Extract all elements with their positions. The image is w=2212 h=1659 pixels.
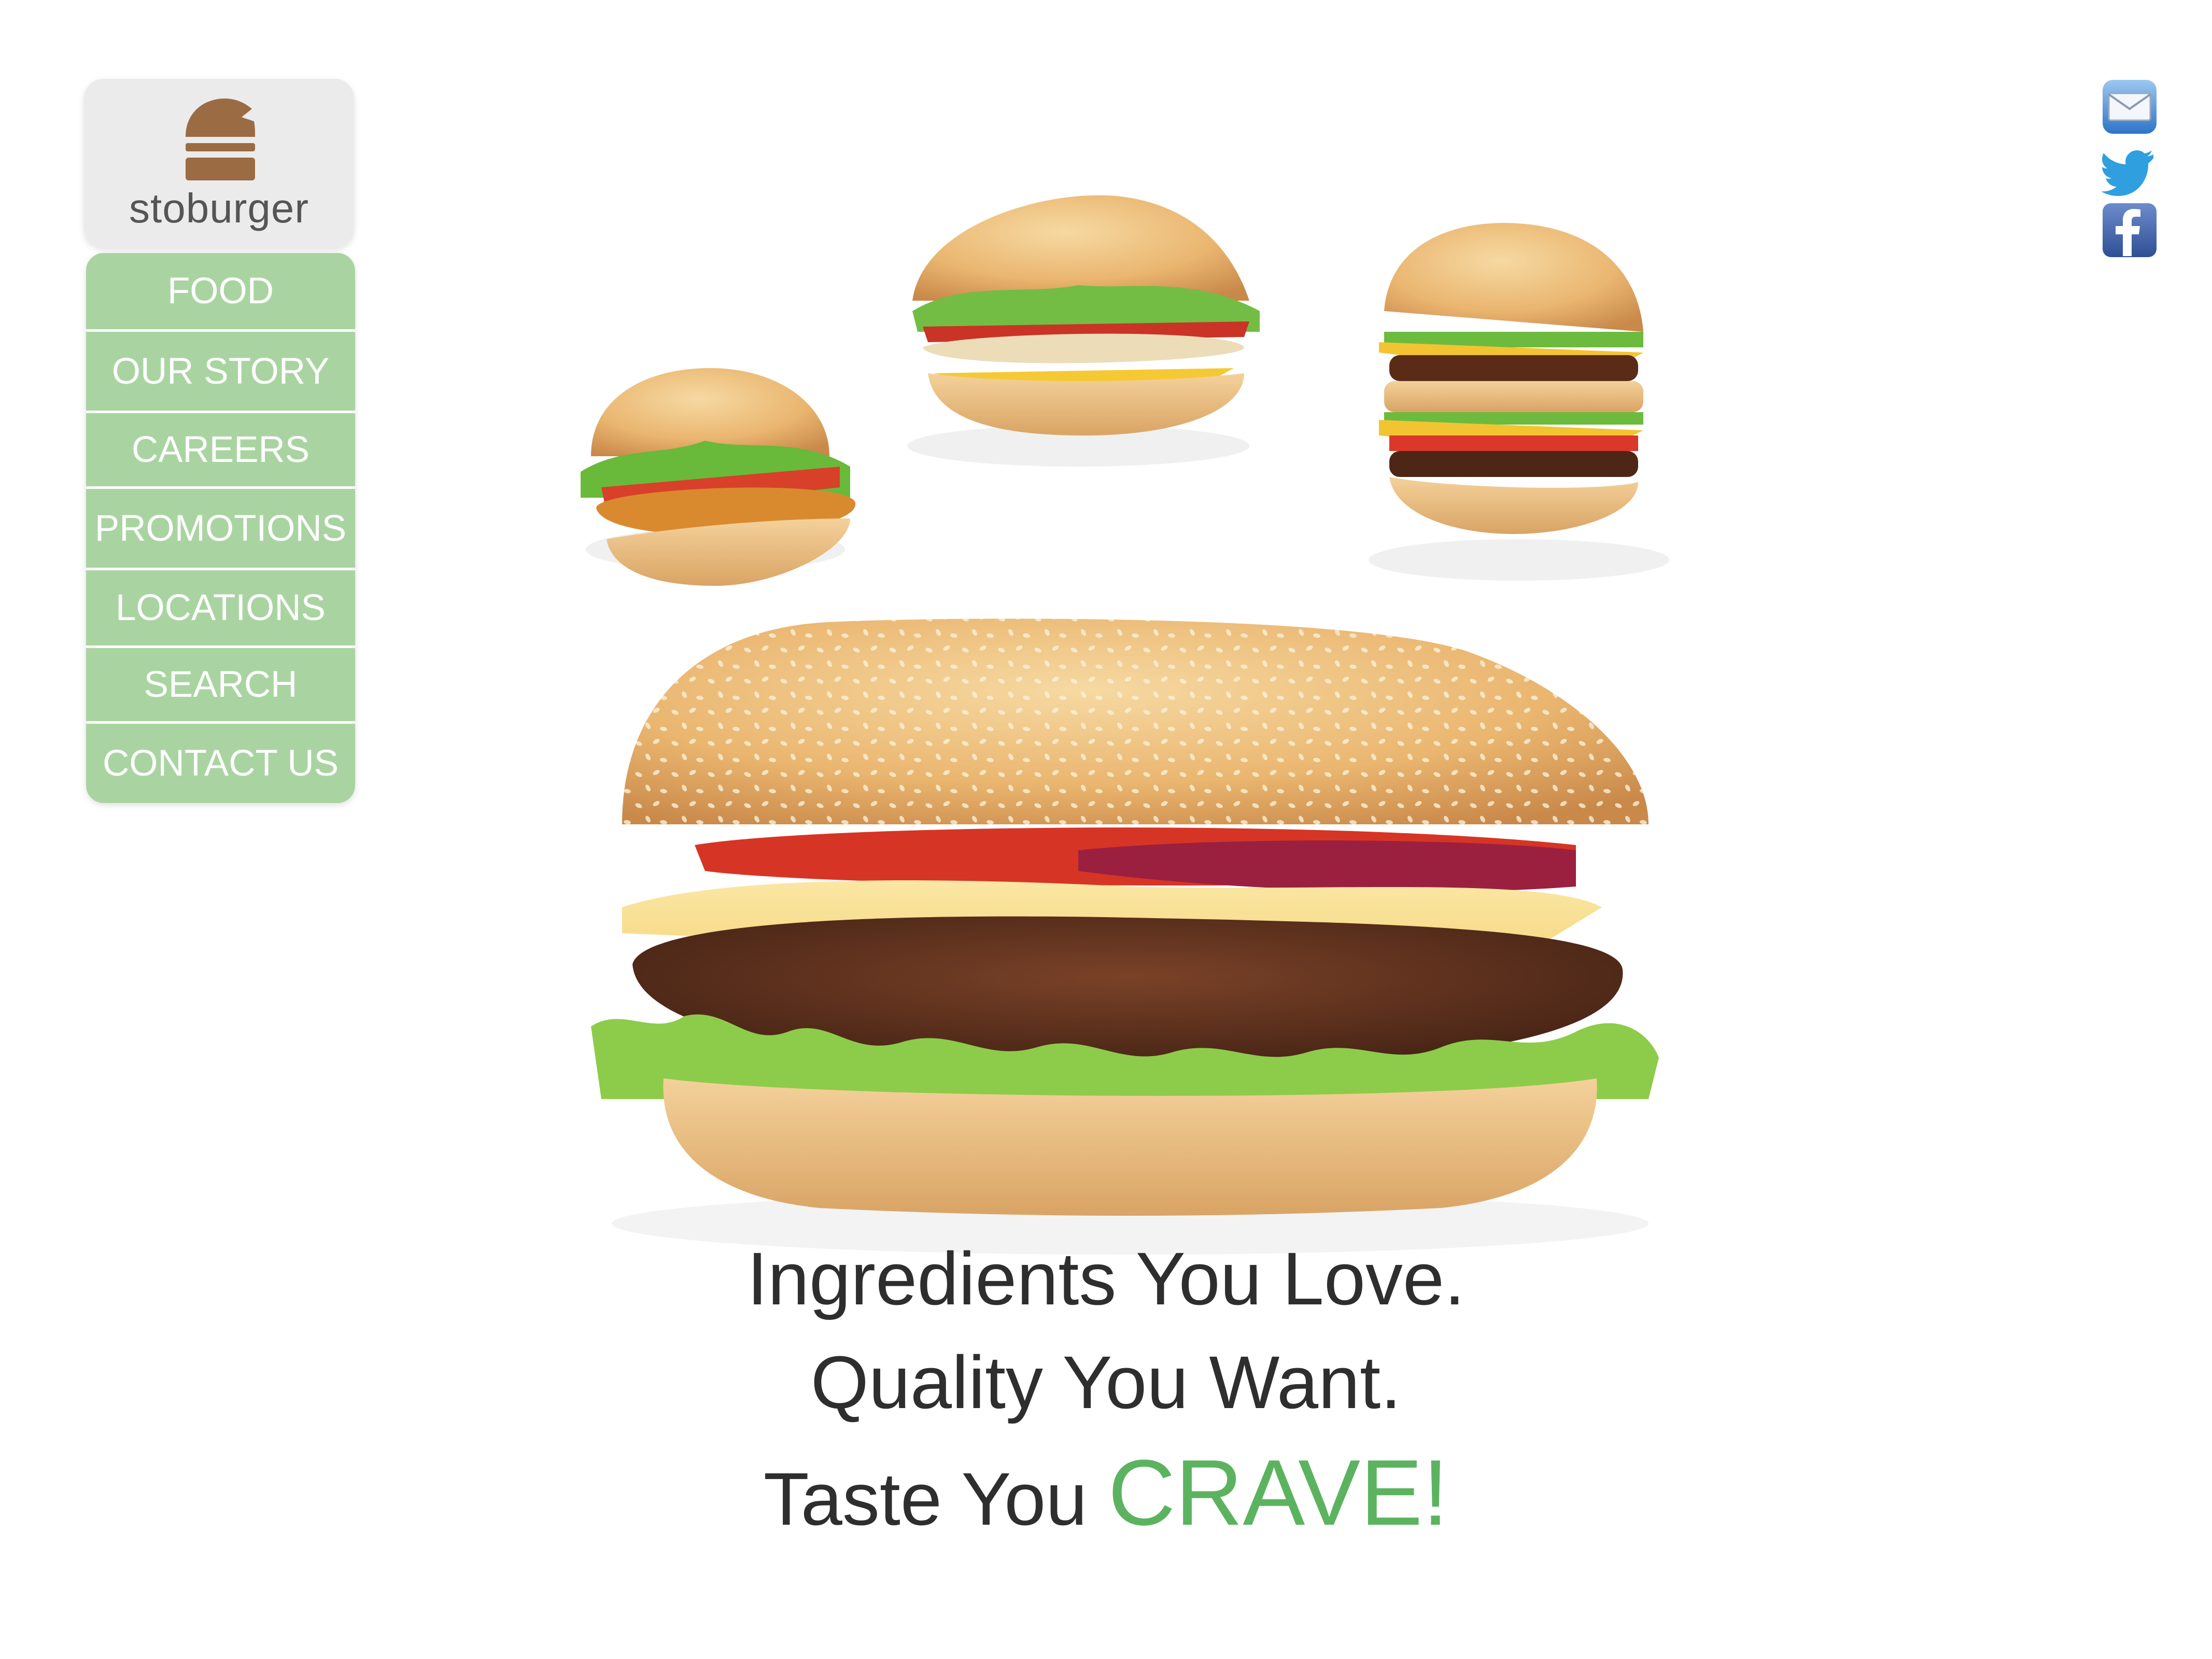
sesame-cheeseburger <box>591 618 1659 1255</box>
grilled-chicken-sandwich <box>907 195 1260 467</box>
nav-item-our-story[interactable]: OUR STORY <box>86 332 355 413</box>
crispy-chicken-burger <box>581 368 856 586</box>
nav-item-contact-us[interactable]: CONTACT US <box>86 724 355 803</box>
tagline-line-1: Ingredients You Love. <box>746 1237 1466 1320</box>
twitter-button[interactable] <box>2101 141 2158 197</box>
facebook-icon <box>2103 203 2157 257</box>
burger-logo-icon <box>186 99 255 180</box>
twitter-icon <box>2101 150 2153 196</box>
tagline-line-3-prefix: Taste You <box>763 1457 1108 1541</box>
facebook-button[interactable] <box>2102 202 2158 258</box>
tagline-line-3: Taste You CRAVE! <box>0 1446 2212 1540</box>
mail-button[interactable] <box>2102 79 2158 135</box>
main-nav: FOOD OUR STORY CAREERS PROMOTIONS LOCATI… <box>86 253 355 803</box>
nav-item-food[interactable]: FOOD <box>86 253 355 332</box>
nav-item-careers[interactable]: CAREERS <box>86 413 355 489</box>
tagline-line-2: Quality You Want. <box>810 1341 1402 1424</box>
hero-image <box>560 176 1700 1255</box>
tagline-crave-highlight: CRAVE! <box>1108 1441 1449 1545</box>
brand-name: stoburger <box>129 185 309 231</box>
mail-icon <box>2103 80 2157 134</box>
logo-card[interactable]: stoburger <box>84 79 354 248</box>
double-cheeseburger <box>1369 223 1669 581</box>
nav-item-search[interactable]: SEARCH <box>86 648 355 724</box>
burger-illustration <box>581 195 1669 1255</box>
nav-item-promotions[interactable]: PROMOTIONS <box>86 489 355 570</box>
nav-item-locations[interactable]: LOCATIONS <box>86 570 355 648</box>
